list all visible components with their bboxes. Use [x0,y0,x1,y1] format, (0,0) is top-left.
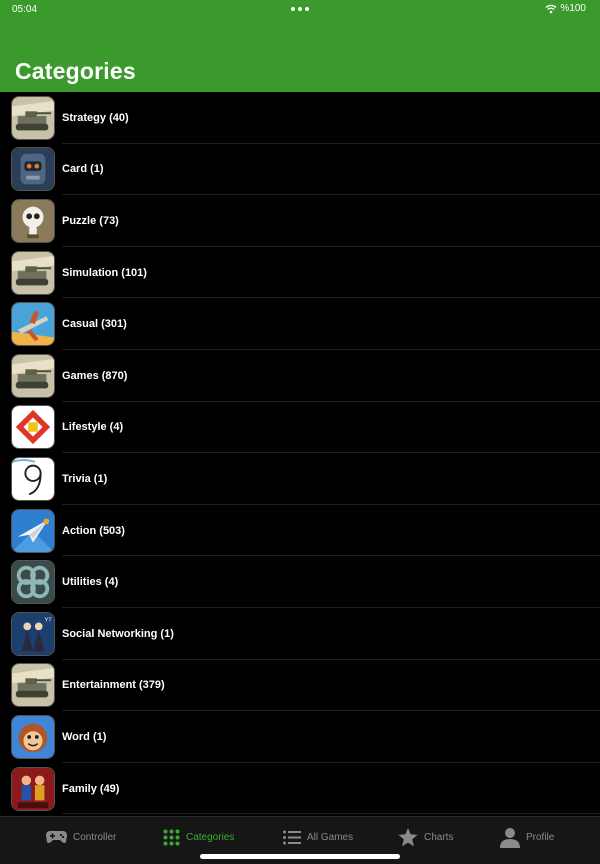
tab-categories[interactable]: Categories [163,825,234,849]
tank-icon [11,353,55,398]
monkey-face-icon [11,714,55,759]
category-label: Card (1) [62,163,104,176]
paper-plane-icon [11,508,55,553]
category-row-utilities[interactable]: Utilities (4) [0,556,600,608]
skull-icon [11,198,55,243]
tab-label: Categories [186,831,235,843]
svg-text:YT: YT [44,617,52,623]
category-label: Simulation (101) [62,266,147,279]
robot-icon [11,147,55,192]
category-row-games[interactable]: Games (870) [0,350,600,402]
multitasking-dots-icon[interactable] [291,7,309,11]
tab-profile[interactable]: Profile [500,825,554,849]
page-title: Categories [15,58,136,84]
tab-label: All Games [307,831,354,843]
category-list: Strategy (40) Card (1) Puzzle (73) Simul… [0,92,600,814]
category-label: Lifestyle (4) [62,421,124,434]
category-row-trivia[interactable]: Trivia (1) [0,453,600,505]
tank-icon [11,250,55,295]
list-icon [283,830,301,844]
plane-icon [11,302,55,347]
category-row-social-networking[interactable]: YT Social Networking (1) [0,608,600,660]
tank-icon [11,95,55,140]
category-row-puzzle[interactable]: Puzzle (73) [0,195,600,247]
person-icon [500,827,520,848]
home-indicator[interactable] [200,854,400,859]
two-figures-icon: YT [11,611,55,656]
wifi-icon [545,4,557,13]
gamepad-icon [46,831,67,843]
category-row-strategy[interactable]: Strategy (40) [0,92,600,144]
tab-controller[interactable]: Controller [46,825,116,849]
category-label: Utilities (4) [62,576,119,589]
grid-icon [163,829,180,845]
category-row-entertainment[interactable]: Entertainment (379) [0,660,600,712]
category-row-family[interactable]: Family (49) [0,763,600,815]
tab-label: Controller [73,831,117,843]
category-label: Entertainment (379) [62,679,165,692]
loops-icon [11,560,55,605]
tab-all-games[interactable]: All Games [283,825,353,849]
status-time: 05:04 [12,4,38,15]
category-label: Games (870) [62,369,128,382]
tab-label: Charts [424,831,454,843]
tab-charts[interactable]: Charts [398,825,453,849]
category-label: Family (49) [62,782,120,795]
tank-icon [11,663,55,708]
status-right: %100 [545,3,586,14]
battery-percent: %100 [560,3,586,14]
category-label: Word (1) [62,730,107,743]
star-icon [398,827,418,846]
category-label: Social Networking (1) [62,627,174,640]
category-row-simulation[interactable]: Simulation (101) [0,247,600,299]
category-row-casual[interactable]: Casual (301) [0,298,600,350]
category-row-lifestyle[interactable]: Lifestyle (4) [0,402,600,454]
category-label: Trivia (1) [62,472,108,485]
category-label: Puzzle (73) [62,214,119,227]
category-label: Casual (301) [62,318,127,331]
category-row-action[interactable]: Action (503) [0,505,600,557]
category-label: Strategy (40) [62,111,129,124]
nav-header: 05:04 %100 Categories [0,0,600,92]
category-row-word[interactable]: Word (1) [0,711,600,763]
category-row-card[interactable]: Card (1) [0,144,600,196]
fighters-icon [11,766,55,811]
number-nine-icon [11,456,55,501]
status-bar: 05:04 %100 [0,0,600,20]
tab-label: Profile [526,831,555,843]
category-label: Action (503) [62,524,125,537]
square-pattern-icon [11,405,55,450]
